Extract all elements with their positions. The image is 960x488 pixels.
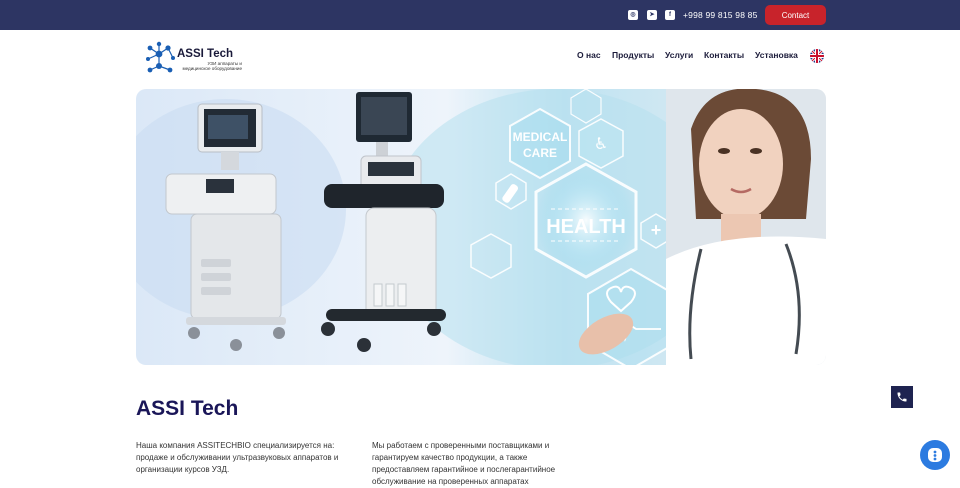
telegram-icon[interactable]: ➤ [647, 10, 657, 20]
chat-button[interactable] [920, 440, 950, 470]
nav-item-services[interactable]: Услуги [665, 50, 693, 60]
nav-item-contacts[interactable]: Контакты [704, 50, 744, 60]
section-title: ASSI Tech [136, 397, 239, 420]
contact-button[interactable]: Contact [765, 5, 826, 25]
phone-number[interactable]: +998 99 815 98 85 [683, 10, 758, 20]
svg-text:+: + [651, 220, 662, 240]
nav-item-products[interactable]: Продукты [612, 50, 654, 60]
hero-banner: MEDICAL CARE HEALTH + ♿ [136, 89, 826, 365]
nav-item-about[interactable]: О нас [577, 50, 601, 60]
chat-icon [928, 448, 942, 462]
facebook-icon[interactable]: f [665, 10, 675, 20]
logo-name[interactable]: ASSI Tech [177, 48, 233, 60]
logo-subtitle: УЗИ аппараты и медицинское оборудование [162, 61, 242, 72]
uk-flag-icon[interactable] [810, 49, 824, 63]
logo-subtitle-line2: медицинское оборудование [182, 66, 242, 72]
phone-icon [897, 392, 907, 402]
nav-item-installation[interactable]: Установка [755, 50, 798, 60]
top-bar: ◎ ➤ f +998 99 815 98 85 Contact [0, 0, 960, 30]
wheelchair-icon: ♿ [594, 134, 608, 153]
about-paragraph-right: Мы работаем с проверенными поставщиками … [372, 441, 556, 486]
banner-text-medical: MEDICAL [513, 130, 568, 144]
banner-text-health: HEALTH [546, 216, 626, 238]
about-paragraph-left: Наша компания ASSITECHBIO специализирует… [136, 441, 339, 474]
call-button[interactable] [891, 386, 913, 408]
instagram-icon[interactable]: ◎ [628, 10, 638, 20]
banner-text-care: CARE [523, 146, 557, 160]
